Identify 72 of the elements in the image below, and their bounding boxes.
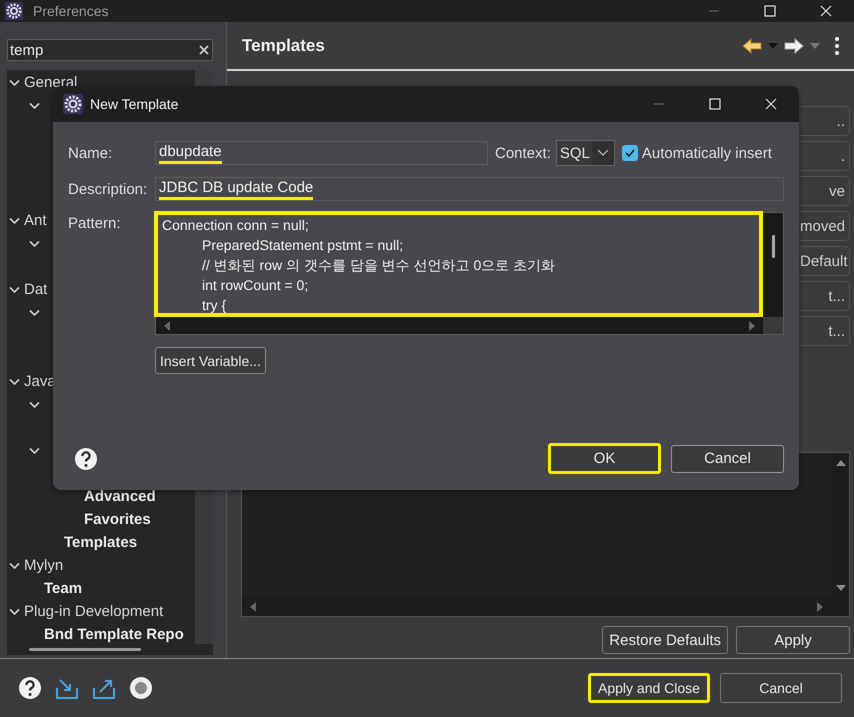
- cancel-button[interactable]: Cancel: [720, 673, 842, 703]
- scroll-left-icon[interactable]: [248, 602, 258, 612]
- tree-item[interactable]: Templates: [64, 534, 138, 551]
- expanded-chevron-icon[interactable]: [9, 606, 20, 617]
- scroll-up-icon[interactable]: [836, 458, 846, 468]
- close-icon[interactable]: [765, 98, 777, 110]
- side-button[interactable]: t...: [800, 316, 850, 346]
- apply-and-close-button[interactable]: Apply and Close: [588, 673, 710, 703]
- page-title: Templates: [242, 36, 326, 56]
- description-label: Description:: [68, 180, 148, 198]
- scroll-right-icon[interactable]: [815, 602, 825, 612]
- filter-field[interactable]: temp: [7, 39, 213, 61]
- app-logo-icon: [63, 94, 83, 114]
- description-field[interactable]: JDBC DB update Code: [155, 177, 784, 201]
- cancel-button[interactable]: Cancel: [671, 444, 784, 472]
- scrollbar-thumb[interactable]: [29, 648, 141, 651]
- expanded-chevron-icon[interactable]: [29, 307, 40, 318]
- expanded-chevron-icon[interactable]: [9, 284, 20, 295]
- tree-item[interactable]: Team: [44, 580, 82, 597]
- pattern-label: Pattern:: [68, 214, 122, 232]
- expanded-chevron-icon[interactable]: [9, 560, 20, 571]
- name-field[interactable]: dbupdate: [155, 141, 488, 165]
- tree-item[interactable]: Plug-in Development: [24, 603, 164, 620]
- window-title: Preferences: [33, 3, 110, 19]
- close-icon[interactable]: [820, 5, 832, 17]
- help-icon[interactable]: [74, 446, 98, 470]
- side-button[interactable]: Default: [800, 246, 850, 276]
- tree-item[interactable]: Dat: [24, 281, 48, 298]
- dialog-title: New Template: [90, 96, 180, 112]
- forward-arrow-icon[interactable]: [784, 38, 804, 54]
- tree-item[interactable]: Mylyn: [24, 557, 64, 574]
- scroll-right-icon[interactable]: [747, 320, 757, 330]
- expanded-chevron-icon[interactable]: [9, 376, 20, 387]
- maximize-icon[interactable]: [764, 5, 776, 17]
- back-arrow-icon[interactable]: [742, 38, 762, 54]
- context-dropdown[interactable]: SQL: [556, 140, 615, 166]
- expanded-chevron-icon[interactable]: [9, 215, 20, 226]
- side-button[interactable]: t...: [800, 281, 850, 311]
- expanded-chevron-icon[interactable]: [29, 445, 40, 456]
- name-label: Name:: [68, 144, 114, 162]
- ok-button[interactable]: OK: [548, 443, 661, 474]
- checkbox[interactable]: [622, 145, 638, 161]
- checkbox-label: Automatically insert: [642, 144, 772, 162]
- side-button[interactable]: moved: [800, 211, 850, 241]
- app-logo-icon: [5, 2, 23, 20]
- help-icon[interactable]: [18, 676, 42, 700]
- pattern-editor[interactable]: Connection conn = null; PreparedStatement pstmt = null; // 변화된 row 의 갯수를 담을 변수 선언하고 0으로 초기화 int rowCount = 0; try {: [154, 211, 763, 317]
- scroll-left-icon[interactable]: [162, 320, 172, 330]
- expanded-chevron-icon[interactable]: [29, 100, 40, 111]
- side-button[interactable]: ve: [800, 176, 850, 206]
- tree-item[interactable]: Advanced: [84, 488, 156, 505]
- more-options-icon[interactable]: [834, 36, 840, 56]
- expanded-chevron-icon[interactable]: [29, 238, 40, 249]
- expanded-chevron-icon[interactable]: [29, 399, 40, 410]
- scrollbar-thumb[interactable]: [772, 235, 774, 258]
- tree-item[interactable]: Ant: [24, 212, 47, 229]
- record-icon[interactable]: [129, 676, 153, 700]
- context-label: Context:: [495, 144, 551, 162]
- tree-item[interactable]: Bnd Template Repo: [44, 626, 184, 643]
- tree-item[interactable]: General: [24, 74, 78, 91]
- restore-defaults-button[interactable]: Restore Defaults: [602, 626, 728, 654]
- side-button[interactable]: ..: [800, 106, 850, 136]
- scrollbar-corner: [763, 317, 783, 334]
- expanded-chevron-icon[interactable]: [9, 77, 20, 88]
- caret-icon: [598, 150, 608, 156]
- scroll-down-icon[interactable]: [836, 583, 846, 593]
- clear-icon[interactable]: [199, 45, 209, 55]
- maximize-icon[interactable]: [709, 98, 721, 110]
- side-button[interactable]: .: [800, 141, 850, 171]
- insert-variable-button[interactable]: Insert Variable...: [155, 347, 266, 374]
- tree-item[interactable]: Favorites: [84, 511, 151, 528]
- apply-button[interactable]: Apply: [736, 626, 850, 654]
